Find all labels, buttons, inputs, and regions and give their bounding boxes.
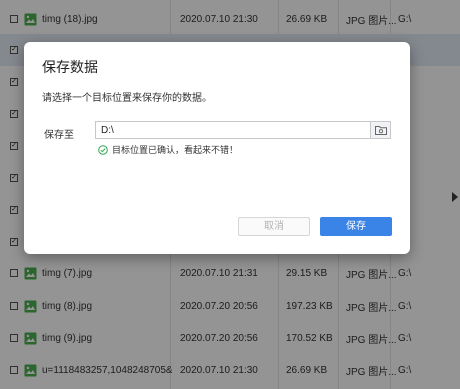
save-to-label: 保存至 (44, 130, 74, 141)
check-circle-icon (98, 144, 108, 155)
arrow-right-icon[interactable] (452, 192, 458, 202)
status-row: 目标位置已确认，看起来不错！ (98, 143, 238, 156)
folder-icon (374, 126, 387, 135)
cancel-button[interactable]: 取消 (238, 217, 310, 236)
save-data-dialog: 保存数据 请选择一个目标位置来保存你的数据。 保存至 目标位置已确认，看起来不错… (24, 42, 410, 254)
save-path-input[interactable] (95, 121, 391, 139)
dialog-title: 保存数据 (42, 59, 98, 75)
browse-folder-button[interactable] (370, 121, 391, 139)
save-button[interactable]: 保存 (320, 217, 392, 236)
status-text: 目标位置已确认，看起来不错！ (112, 145, 239, 155)
dialog-description: 请选择一个目标位置来保存你的数据。 (42, 93, 212, 104)
